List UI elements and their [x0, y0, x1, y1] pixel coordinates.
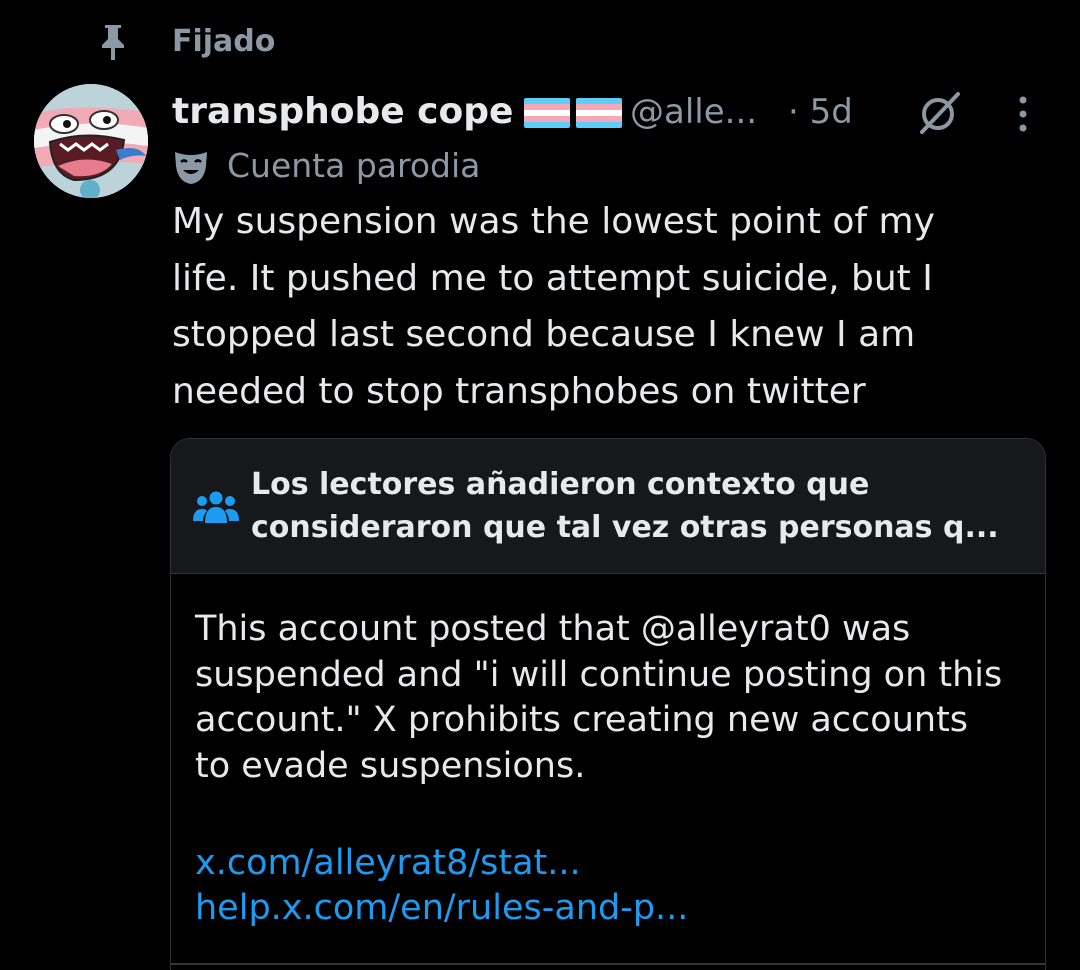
community-note-body: This account posted that @alleyrat0 was …	[195, 607, 1035, 789]
note-title-line: consideraron que tal vez otras personas …	[251, 510, 999, 545]
tweet-text-line: My suspension was the lowest point of my	[172, 201, 935, 242]
tweet-text-line: stopped last second because I knew I am	[172, 314, 916, 355]
parody-mask-icon	[175, 152, 207, 184]
community-note-header[interactable]: Los lectores añadieron contexto que cons…	[171, 439, 1045, 574]
tweet-page: Fijado transphobe cope @alle... · 5d Cue…	[0, 0, 1080, 970]
pin-icon	[102, 25, 124, 60]
grok-icon[interactable]	[916, 90, 962, 136]
pinned-label: Fijado	[172, 24, 276, 59]
note-divider	[171, 963, 1045, 965]
tweet-header: transphobe cope @alle... · 5d	[172, 86, 1052, 136]
parody-label: Cuenta parodia	[227, 146, 481, 185]
people-icon	[193, 491, 239, 523]
note-title-line: Los lectores añadieron contexto que	[251, 467, 870, 502]
tweet-timestamp[interactable]: · 5d	[788, 88, 853, 136]
note-body-line: account." X prohibits creating new accou…	[195, 700, 969, 740]
note-body-line: This account posted that @alleyrat0 was	[195, 609, 911, 649]
display-name[interactable]: transphobe cope	[172, 88, 513, 136]
community-note-card[interactable]: Los lectores añadieron contexto que cons…	[170, 438, 1046, 970]
avatar-image	[34, 84, 148, 198]
community-note-title: Los lectores añadieron contexto que cons…	[251, 463, 1021, 549]
tweet-text-line: needed to stop transphobes on twitter	[172, 370, 866, 412]
note-source-link[interactable]: help.x.com/en/rules-and-p...	[195, 886, 1035, 931]
parody-account-label: Cuenta parodia	[172, 144, 772, 190]
pinned-indicator: Fijado	[0, 18, 1080, 68]
avatar[interactable]	[34, 84, 148, 198]
note-source-link[interactable]: x.com/alleyrat8/stat...	[195, 841, 1035, 886]
tweet-body: My suspension was the lowest point of my…	[172, 194, 1032, 420]
tweet-text-line: life. It pushed me to attempt suicide, b…	[172, 257, 933, 299]
trans-flag-emoji	[524, 98, 622, 128]
more-options-icon[interactable]	[1008, 92, 1038, 136]
user-handle[interactable]: @alle...	[630, 88, 757, 136]
note-body-line: to evade suspensions.	[195, 745, 586, 786]
community-note-links: x.com/alleyrat8/stat... help.x.com/en/ru…	[195, 841, 1035, 931]
note-body-line: suspended and "i will continue posting o…	[195, 654, 1003, 695]
